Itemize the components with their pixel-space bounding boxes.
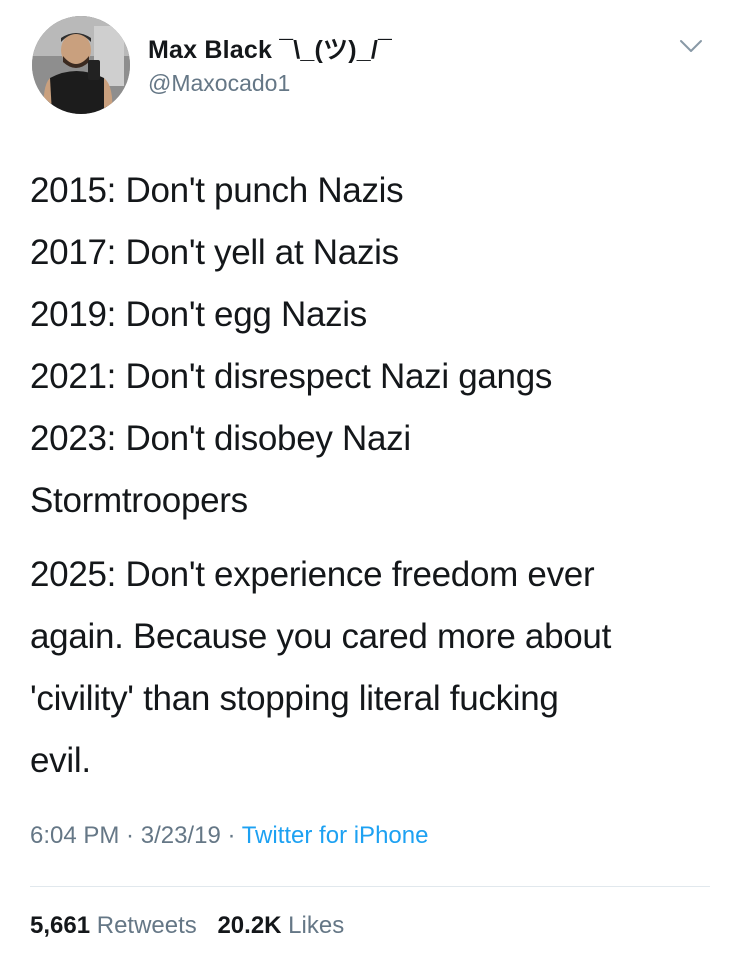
likes-label: Likes <box>288 912 345 939</box>
likes-count: 20.2K <box>217 912 282 939</box>
tweet-line: 2019: Don't egg Nazis <box>30 295 367 334</box>
likes-stat[interactable]: 20.2K Likes <box>217 912 344 939</box>
tweet-line: 2015: Don't punch Nazis <box>30 171 404 210</box>
tweet-line: again. Because you cared more about <box>30 617 611 656</box>
tweet-line: 2025: Don't experience freedom ever <box>30 555 595 594</box>
tweet-stats: 5,661 Retweets 20.2K Likes <box>30 912 358 940</box>
tweet-source-link[interactable]: Twitter for iPhone <box>242 822 429 849</box>
tweet-line: Stormtroopers <box>30 481 248 520</box>
tweet-line: 2023: Don't disobey Nazi <box>30 419 411 458</box>
avatar[interactable] <box>32 16 130 114</box>
retweets-count: 5,661 <box>30 912 91 939</box>
tweet-line: 2017: Don't yell at Nazis <box>30 233 399 272</box>
tweet-date[interactable]: 3/23/19 <box>141 822 221 849</box>
chevron-down-icon[interactable] <box>678 36 704 56</box>
tweet-line: 2021: Don't disrespect Nazi gangs <box>30 357 553 396</box>
tweet-meta: 6:04 PM · 3/23/19 · Twitter for iPhone <box>30 822 428 850</box>
divider <box>30 886 710 887</box>
tweet: Max Black ¯\_(ツ)_/¯ @Maxocado1 2015: Don… <box>0 0 734 960</box>
meta-separator: · <box>220 822 242 849</box>
tweet-line: 'civility' than stopping literal fucking <box>30 679 559 718</box>
author-name[interactable]: Max Black ¯\_(ツ)_/¯ <box>148 30 392 66</box>
tweet-line: evil. <box>30 741 91 780</box>
retweets-stat[interactable]: 5,661 Retweets <box>30 912 197 939</box>
tweet-time: 6:04 PM <box>30 822 120 849</box>
retweets-label: Retweets <box>96 912 197 939</box>
author-handle[interactable]: @Maxocado1 <box>148 70 290 97</box>
avatar-photo <box>32 16 130 114</box>
meta-separator: · <box>119 822 141 849</box>
tweet-text: 2015: Don't punch Nazis 2017: Don't yell… <box>30 160 710 792</box>
